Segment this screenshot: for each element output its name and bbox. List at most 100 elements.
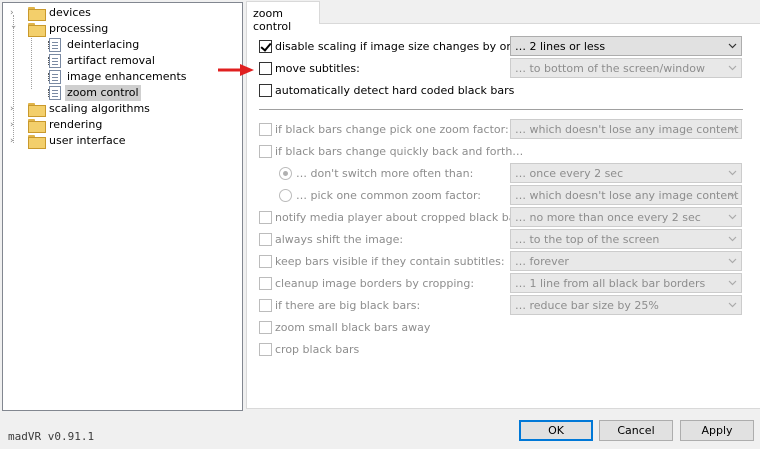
select-value: … which doesn't lose any image content	[515, 189, 739, 202]
tree-item-scaling-algorithms[interactable]: › scaling algorithms	[3, 101, 241, 117]
chevron-down-icon	[728, 236, 737, 242]
page-icon	[48, 54, 61, 68]
page-icon	[48, 70, 61, 84]
tree-item-label-selected: zoom control	[65, 85, 141, 101]
chevron-down-icon	[728, 65, 737, 71]
tree-item-devices[interactable]: › devices	[3, 5, 241, 21]
notify-media-player-select[interactable]: … no more than once every 2 sec	[510, 207, 742, 227]
pick-zoom-factor-checkbox[interactable]	[259, 123, 272, 136]
folder-icon	[28, 103, 46, 117]
select-value: … to the top of the screen	[515, 233, 660, 246]
option-label: cleanup image borders by cropping:	[275, 277, 475, 290]
option-keep-bars-visible[interactable]: keep bars visible if they contain subtit…	[259, 252, 509, 272]
zoom-small-bars-checkbox[interactable]	[259, 321, 272, 334]
dont-switch-often-radio[interactable]	[279, 167, 292, 180]
option-cleanup-borders[interactable]: cleanup image borders by cropping:	[259, 274, 509, 294]
option-label: automatically detect hard coded black ba…	[275, 84, 515, 97]
tree-item-rendering[interactable]: › rendering	[3, 117, 241, 133]
option-label: notify media player about cropped black …	[275, 211, 530, 224]
auto-detect-bars-checkbox[interactable]	[259, 84, 272, 97]
option-pick-zoom-factor[interactable]: if black bars change pick one zoom facto…	[259, 120, 509, 140]
chevron-down-icon	[728, 192, 737, 198]
option-label: crop black bars	[275, 343, 360, 356]
option-always-shift-image[interactable]: always shift the image:	[259, 230, 509, 250]
select-value: … forever	[515, 255, 569, 268]
option-quick-change[interactable]: if black bars change quickly back and fo…	[259, 142, 559, 162]
option-label: keep bars visible if they contain subtit…	[275, 255, 505, 268]
move-subtitles-checkbox[interactable]	[259, 62, 272, 75]
pick-common-zoom-radio[interactable]	[279, 189, 292, 202]
disable-scaling-select[interactable]: … 2 lines or less	[510, 36, 742, 56]
quick-change-checkbox[interactable]	[259, 145, 272, 158]
chevron-right-icon[interactable]: ›	[10, 121, 18, 130]
option-crop-black-bars[interactable]: crop black bars	[259, 340, 509, 360]
option-zoom-small-bars[interactable]: zoom small black bars away	[259, 318, 509, 338]
select-value: … reduce bar size by 25%	[515, 299, 659, 312]
move-subtitles-select[interactable]: … to bottom of the screen/window	[510, 58, 742, 78]
chevron-down-icon[interactable]: ›	[8, 25, 18, 33]
tree-item-zoom-control[interactable]: zoom control	[3, 85, 241, 101]
option-label: … don't switch more often than:	[296, 167, 474, 180]
pick-common-zoom-select[interactable]: … which doesn't lose any image content	[510, 185, 742, 205]
tree-item-label: rendering	[49, 118, 103, 131]
option-label: move subtitles:	[275, 62, 360, 75]
option-notify-media-player[interactable]: notify media player about cropped black …	[259, 208, 529, 228]
chevron-down-icon	[728, 126, 737, 132]
tree-item-deinterlacing[interactable]: deinterlacing	[3, 37, 241, 53]
select-value: … which doesn't lose any image content	[515, 123, 739, 136]
disable-scaling-checkbox[interactable]	[259, 40, 272, 53]
option-move-subtitles[interactable]: move subtitles:	[259, 59, 509, 79]
chevron-down-icon	[728, 214, 737, 220]
option-label: disable scaling if image size changes by…	[275, 40, 526, 53]
dont-switch-often-select[interactable]: … once every 2 sec	[510, 163, 742, 183]
folder-open-icon	[28, 23, 46, 37]
keep-bars-visible-select[interactable]: … forever	[510, 251, 742, 271]
option-label: if there are big black bars:	[275, 299, 421, 312]
option-auto-detect-bars[interactable]: automatically detect hard coded black ba…	[259, 81, 559, 101]
crop-black-bars-checkbox[interactable]	[259, 343, 272, 356]
chevron-down-icon	[728, 258, 737, 264]
page-icon	[48, 38, 61, 52]
select-value: … no more than once every 2 sec	[515, 211, 701, 224]
tree-item-label: devices	[49, 6, 91, 19]
tree-item-processing[interactable]: › processing	[3, 21, 241, 37]
tree-item-label: deinterlacing	[67, 38, 140, 51]
tree-item-label: artifact removal	[67, 54, 155, 67]
always-shift-image-select[interactable]: … to the top of the screen	[510, 229, 742, 249]
big-black-bars-checkbox[interactable]	[259, 299, 272, 312]
option-big-black-bars[interactable]: if there are big black bars:	[259, 296, 509, 316]
chevron-right-icon[interactable]: ›	[10, 9, 18, 18]
cancel-button[interactable]: Cancel	[599, 420, 673, 441]
chevron-down-icon	[728, 280, 737, 286]
tree-item-image-enhancements[interactable]: image enhancements	[3, 69, 241, 85]
tab-zoom-control[interactable]: zoom control	[246, 1, 320, 33]
option-label: if black bars change pick one zoom facto…	[275, 123, 509, 136]
pick-zoom-factor-select[interactable]: … which doesn't lose any image content	[510, 119, 742, 139]
folder-icon	[28, 135, 46, 149]
keep-bars-visible-checkbox[interactable]	[259, 255, 272, 268]
tree-item-artifact-removal[interactable]: artifact removal	[3, 53, 241, 69]
option-label: always shift the image:	[275, 233, 404, 246]
tab-label: zoom control	[253, 7, 292, 33]
tree-item-label: processing	[49, 22, 109, 35]
red-arrow-icon	[218, 64, 254, 76]
chevron-down-icon	[728, 170, 737, 176]
cleanup-borders-checkbox[interactable]	[259, 277, 272, 290]
select-value: … 2 lines or less	[515, 40, 606, 53]
folder-icon	[28, 7, 46, 21]
notify-media-player-checkbox[interactable]	[259, 211, 272, 224]
tree-item-user-interface[interactable]: › user interface	[3, 133, 241, 149]
option-pick-common-zoom[interactable]: … pick one common zoom factor:	[279, 186, 509, 206]
ok-button[interactable]: OK	[519, 420, 593, 441]
chevron-down-icon	[728, 43, 737, 49]
tree-item-label: scaling algorithms	[49, 102, 150, 115]
option-dont-switch-often[interactable]: … don't switch more often than:	[279, 164, 509, 184]
chevron-right-icon[interactable]: ›	[10, 105, 18, 114]
big-black-bars-select[interactable]: … reduce bar size by 25%	[510, 295, 742, 315]
settings-tree[interactable]: › devices › processing deinterlacing art…	[2, 2, 243, 411]
always-shift-image-checkbox[interactable]	[259, 233, 272, 246]
chevron-right-icon[interactable]: ›	[10, 137, 18, 146]
cleanup-borders-select[interactable]: … 1 line from all black bar borders	[510, 273, 742, 293]
apply-button[interactable]: Apply	[680, 420, 754, 441]
select-value: … 1 line from all black bar borders	[515, 277, 706, 290]
